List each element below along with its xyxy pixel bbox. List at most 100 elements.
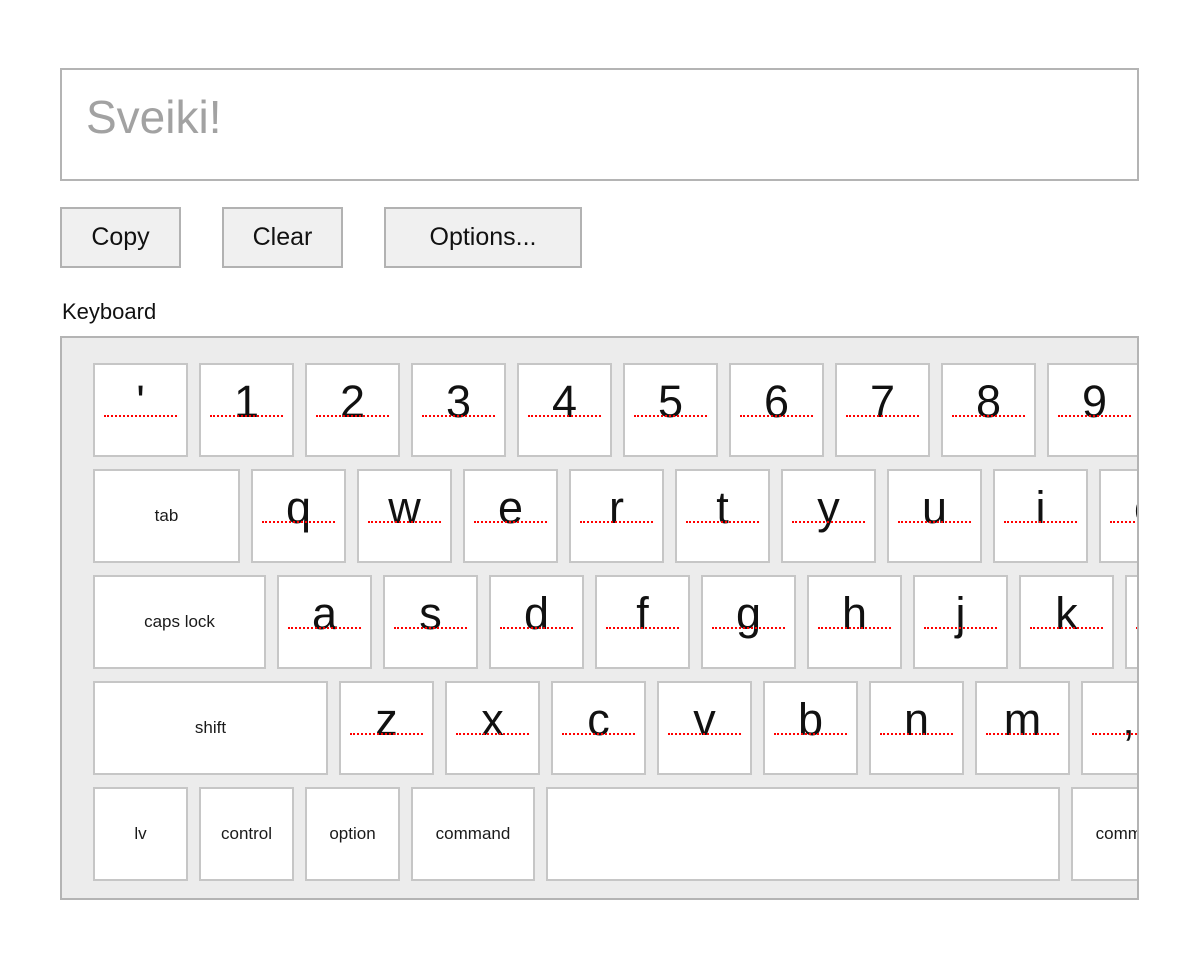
key-letter: r (571, 485, 662, 530)
accent-underline (818, 627, 891, 629)
key-label: caps lock (144, 612, 215, 632)
key-u[interactable]: u (887, 469, 982, 563)
key-letter: i (995, 485, 1086, 530)
key-9[interactable]: 9 (1047, 363, 1139, 457)
key-4[interactable]: 4 (517, 363, 612, 457)
key-h[interactable]: h (807, 575, 902, 669)
accent-underline (368, 521, 441, 523)
key-6[interactable]: 6 (729, 363, 824, 457)
options-button[interactable]: Options... (384, 207, 582, 268)
key-d[interactable]: d (489, 575, 584, 669)
key-x[interactable]: x (445, 681, 540, 775)
key-letter: e (465, 485, 556, 530)
accent-underline (580, 521, 653, 523)
copy-button[interactable]: Copy (60, 207, 181, 268)
key-l[interactable]: l (1125, 575, 1139, 669)
key-control[interactable]: control (199, 787, 294, 881)
key-comma[interactable]: , (1081, 681, 1139, 775)
keyboard-row-5: lv control option command command (93, 787, 1139, 881)
key-letter: b (765, 697, 856, 742)
key-letter: t (677, 485, 768, 530)
key-label: control (221, 824, 272, 844)
key-apostrophe[interactable]: ' (93, 363, 188, 457)
key-command-right[interactable]: command (1071, 787, 1139, 881)
key-w[interactable]: w (357, 469, 452, 563)
key-v[interactable]: v (657, 681, 752, 775)
key-1[interactable]: 1 (199, 363, 294, 457)
accent-underline (898, 521, 971, 523)
key-a[interactable]: a (277, 575, 372, 669)
accent-underline (394, 627, 467, 629)
accent-underline (288, 627, 361, 629)
key-option[interactable]: option (305, 787, 400, 881)
keyboard-row-1: '123456789 (93, 363, 1139, 457)
accent-underline (1004, 521, 1077, 523)
key-j[interactable]: j (913, 575, 1008, 669)
key-letter: 4 (519, 379, 610, 424)
text-output-area[interactable] (60, 68, 1139, 181)
key-z[interactable]: z (339, 681, 434, 775)
accent-underline (562, 733, 635, 735)
key-k[interactable]: k (1019, 575, 1114, 669)
key-lv[interactable]: lv (93, 787, 188, 881)
key-c[interactable]: c (551, 681, 646, 775)
key-5[interactable]: 5 (623, 363, 718, 457)
key-tab[interactable]: tab (93, 469, 240, 563)
key-f[interactable]: f (595, 575, 690, 669)
accent-underline (1030, 627, 1103, 629)
accent-underline (606, 627, 679, 629)
accent-underline (792, 521, 865, 523)
key-t[interactable]: t (675, 469, 770, 563)
key-letter: c (553, 697, 644, 742)
clear-button[interactable]: Clear (222, 207, 343, 268)
key-letter: d (491, 591, 582, 636)
key-letter: l (1127, 591, 1139, 636)
key-letter: v (659, 697, 750, 742)
key-y[interactable]: y (781, 469, 876, 563)
accent-underline (422, 415, 495, 417)
key-g[interactable]: g (701, 575, 796, 669)
key-shift[interactable]: shift (93, 681, 328, 775)
key-r[interactable]: r (569, 469, 664, 563)
key-letter: z (341, 697, 432, 742)
key-letter: j (915, 591, 1006, 636)
accent-underline (952, 415, 1025, 417)
toolbar: Copy Clear Options... (60, 207, 582, 268)
key-letter: o (1101, 485, 1139, 530)
key-letter: 9 (1049, 379, 1139, 424)
key-label: shift (195, 718, 226, 738)
keyboard-row-3: caps lock asdfghjkl (93, 575, 1139, 669)
accent-underline (1058, 415, 1131, 417)
accent-underline (924, 627, 997, 629)
key-7[interactable]: 7 (835, 363, 930, 457)
keyboard-panel: '123456789tabqwertyuiocaps lockasdfghjkl… (60, 336, 1139, 900)
key-8[interactable]: 8 (941, 363, 1036, 457)
key-space[interactable] (546, 787, 1060, 881)
accent-underline (634, 415, 707, 417)
accent-underline (474, 521, 547, 523)
key-q[interactable]: q (251, 469, 346, 563)
key-3[interactable]: 3 (411, 363, 506, 457)
key-caps-lock[interactable]: caps lock (93, 575, 266, 669)
key-s[interactable]: s (383, 575, 478, 669)
keyboard-row-2: tabqwertyuio (93, 469, 1139, 563)
accent-underline (500, 627, 573, 629)
key-b[interactable]: b (763, 681, 858, 775)
key-2[interactable]: 2 (305, 363, 400, 457)
key-label: option (329, 824, 375, 844)
key-command-left[interactable]: command (411, 787, 535, 881)
accent-underline (740, 415, 813, 417)
key-m[interactable]: m (975, 681, 1070, 775)
accent-underline (846, 415, 919, 417)
key-e[interactable]: e (463, 469, 558, 563)
keyboard-heading: Keyboard (62, 299, 156, 325)
key-letter: q (253, 485, 344, 530)
page: { "input": { "placeholder": "Sveiki!" },… (0, 0, 1200, 972)
key-i[interactable]: i (993, 469, 1088, 563)
key-o[interactable]: o (1099, 469, 1139, 563)
key-letter: 6 (731, 379, 822, 424)
key-n[interactable]: n (869, 681, 964, 775)
key-label: lv (134, 824, 146, 844)
accent-underline (686, 521, 759, 523)
key-letter: u (889, 485, 980, 530)
